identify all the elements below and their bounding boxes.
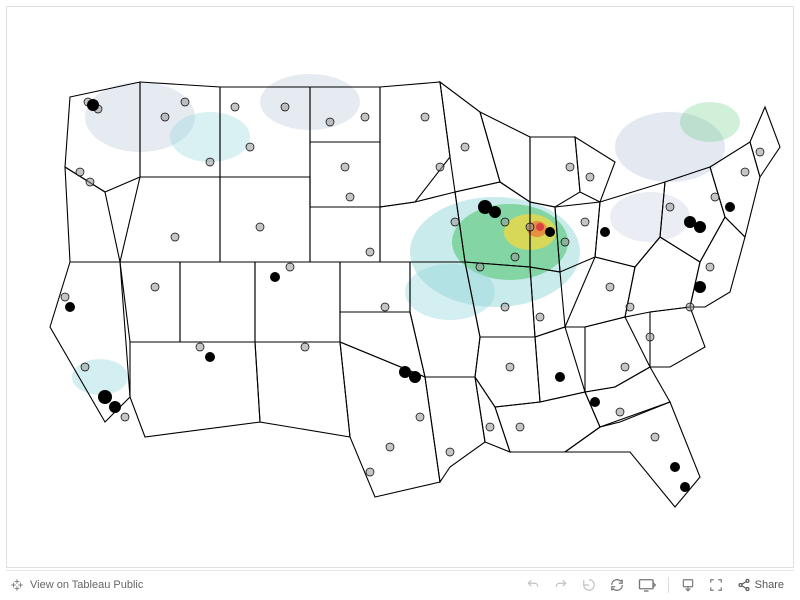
- share-icon: [737, 578, 751, 592]
- fullscreen-icon: [709, 578, 723, 592]
- tableau-toolbar: View on Tableau Public Share: [6, 570, 794, 598]
- device-preview-button[interactable]: [632, 573, 662, 597]
- redo-button[interactable]: [548, 573, 574, 597]
- revert-button[interactable]: [576, 573, 602, 597]
- map-canvas[interactable]: [7, 7, 793, 567]
- revert-icon: [581, 578, 597, 592]
- download-icon: [680, 578, 696, 592]
- refresh-icon: [609, 578, 625, 592]
- redo-icon: [553, 578, 569, 592]
- device-icon: [638, 578, 656, 592]
- view-on-tableau-public-link[interactable]: View on Tableau Public: [10, 578, 143, 592]
- us-map-svg: [7, 7, 793, 567]
- refresh-button[interactable]: [604, 573, 630, 597]
- fullscreen-button[interactable]: [703, 573, 729, 597]
- share-button[interactable]: Share: [731, 573, 790, 597]
- share-label: Share: [755, 579, 784, 591]
- tableau-logo-icon: [10, 578, 24, 592]
- download-button[interactable]: [675, 573, 701, 597]
- undo-button[interactable]: [520, 573, 546, 597]
- undo-icon: [525, 578, 541, 592]
- view-on-tableau-text: View on Tableau Public: [30, 579, 143, 591]
- toolbar-separator: [668, 577, 669, 593]
- toolbar-right-group: Share: [520, 573, 790, 597]
- map-visualization[interactable]: [6, 6, 794, 568]
